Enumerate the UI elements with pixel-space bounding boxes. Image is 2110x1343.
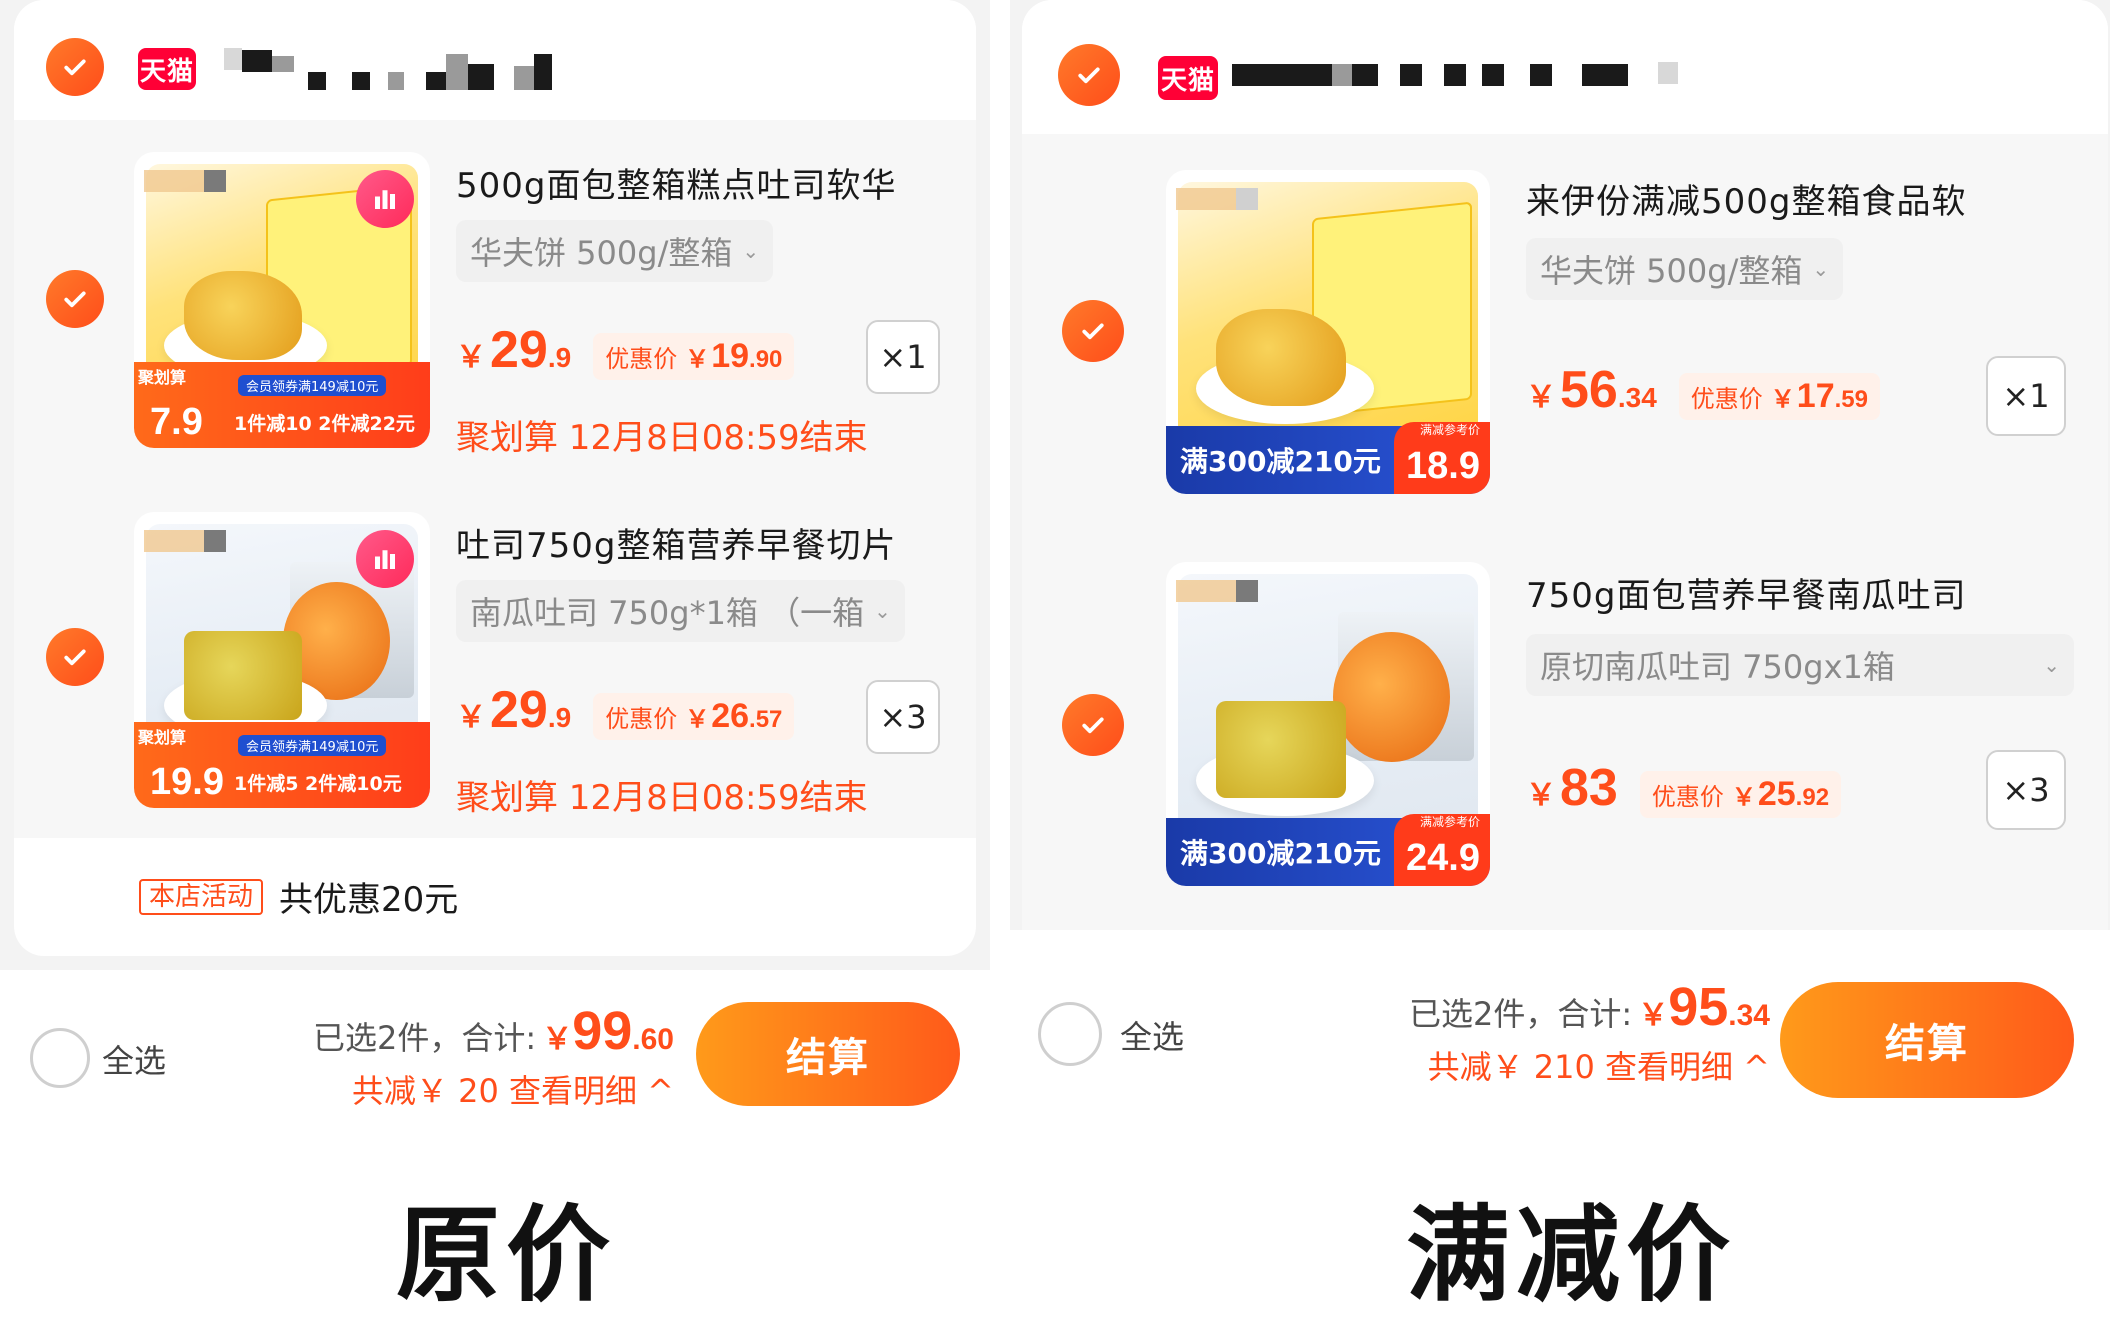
total-price: ￥95.34 xyxy=(1638,977,1770,1037)
sku-selector[interactable]: 华夫饼 500g/整箱 ⌄ xyxy=(1526,238,1844,300)
cart-panel-full-reduction-price: 天猫 满300减210元 满减参考价 18.9 来伊份满减500g整箱食品软 华… xyxy=(1010,0,2110,1343)
product-title[interactable]: 750g面包营养早餐南瓜吐司 xyxy=(1526,568,1966,617)
discount-price-badge: 优惠价 ￥ 25.92 xyxy=(1639,771,1842,818)
checkout-button[interactable]: 结算 xyxy=(1780,982,2074,1098)
caption-full-reduction-price: 满减价 xyxy=(1406,1193,1737,1316)
tmall-logo-icon: 天猫 xyxy=(138,48,196,90)
price-row: ￥56.34 优惠价 ￥ 17.59 xyxy=(1526,360,1880,420)
price: ￥29.9 xyxy=(456,681,572,739)
price: ￥56.34 xyxy=(1526,361,1657,419)
store-card: 天猫 xyxy=(14,0,976,956)
price: ￥29.9 xyxy=(456,321,572,379)
panel-divider xyxy=(990,0,1010,970)
store-header: 天猫 xyxy=(1022,0,2108,134)
thumbnail-price: 7.9 xyxy=(150,401,203,443)
checkout-button[interactable]: 结算 xyxy=(696,1002,960,1106)
comparison-stage: 天猫 聚划算 7.9 会员领券满149减10元 1件减10 2件减22元 500… xyxy=(0,0,2110,1343)
reference-price: 18.9 xyxy=(1406,445,1480,487)
view-details-link[interactable]: 共减￥ 20 查看明细 ^ xyxy=(313,1066,674,1112)
discount-price-badge: 优惠价 ￥ 19.90 xyxy=(593,333,795,380)
thumbnail-coupon-text: 会员领券满149减10元 xyxy=(238,735,387,756)
product-thumbnail-pumpkin-toast[interactable]: 聚划算 19.9 会员领券满149减10元 1件减5 2件减10元 xyxy=(134,512,430,808)
select-all-radio[interactable] xyxy=(1038,1002,1102,1066)
quantity-stepper[interactable]: ×1 xyxy=(1986,356,2066,436)
item-checkbox-checked[interactable] xyxy=(46,628,104,686)
checkout-bar: 全选 已选2件，合计: ￥99.60 共减￥ 20 查看明细 ^ 结算 xyxy=(0,970,1000,1110)
store-checkbox-checked[interactable] xyxy=(1058,44,1120,106)
sku-label: 华夫饼 500g/整箱 xyxy=(470,234,733,272)
full-reduction-text: 满300减210元 xyxy=(1180,837,1381,870)
store-promotion-line[interactable]: 本店活动 共优惠20元 xyxy=(139,872,458,921)
price-row: ￥83 优惠价 ￥ 25.92 xyxy=(1526,758,1842,818)
selected-count-label: 已选2件，合计: xyxy=(313,1019,537,1057)
product-title[interactable]: 来伊份满减500g整箱食品软 xyxy=(1526,174,1966,223)
price: ￥83 xyxy=(1526,759,1618,817)
select-all-radio[interactable] xyxy=(30,1028,90,1088)
select-all-label[interactable]: 全选 xyxy=(1120,1012,1184,1058)
select-all-label[interactable]: 全选 xyxy=(102,1036,166,1082)
product-thumbnail-waffle[interactable]: 聚划算 7.9 会员领券满149减10元 1件减10 2件减22元 xyxy=(134,152,430,448)
quantity-stepper[interactable]: ×1 xyxy=(866,320,940,394)
chevron-down-icon: ⌄ xyxy=(742,239,760,263)
chart-bars-icon xyxy=(356,530,414,588)
product-thumbnail-waffle[interactable]: 满300减210元 满减参考价 18.9 xyxy=(1166,170,1490,494)
chevron-down-icon: ⌄ xyxy=(1812,257,1830,281)
quantity-stepper[interactable]: ×3 xyxy=(866,680,940,754)
order-summary: 已选2件，合计: ￥99.60 共减￥ 20 查看明细 ^ xyxy=(313,1000,674,1112)
full-reduction-text: 满300减210元 xyxy=(1180,445,1381,478)
chart-bars-icon xyxy=(356,170,414,228)
caption-original-price: 原价 xyxy=(396,1193,617,1316)
sku-selector[interactable]: 华夫饼 500g/整箱 ⌄ xyxy=(456,220,774,282)
item-checkbox-checked[interactable] xyxy=(46,270,104,328)
cart-items-list: 满300减210元 满减参考价 18.9 来伊份满减500g整箱食品软 华夫饼 … xyxy=(1022,134,2108,930)
sku-label: 华夫饼 500g/整箱 xyxy=(1540,252,1803,290)
checkmark-icon xyxy=(64,59,86,76)
discount-price-badge: 优惠价 ￥ 26.57 xyxy=(593,693,795,740)
store-activity-tag: 本店活动 xyxy=(139,878,264,915)
sku-label: 南瓜吐司 750g*1箱 （一箱 xyxy=(470,594,865,632)
sku-selector[interactable]: 原切南瓜吐司 750gx1箱 ⌄ xyxy=(1526,634,2074,696)
tmall-logo-icon: 天猫 xyxy=(1158,56,1218,100)
reference-price-label: 满减参考价 xyxy=(1419,815,1480,829)
checkmark-icon xyxy=(64,291,86,308)
order-summary: 已选2件，合计: ￥95.34 共减￥ 210 查看明细 ^ xyxy=(1409,976,1770,1088)
checkmark-icon xyxy=(1078,67,1100,84)
reference-price: 24.9 xyxy=(1406,837,1480,879)
checkmark-icon xyxy=(64,649,86,666)
checkmark-icon xyxy=(1082,323,1104,340)
checkmark-icon xyxy=(1082,717,1104,734)
store-discount-total: 共优惠20元 xyxy=(279,880,459,920)
store-card: 天猫 xyxy=(1022,0,2108,930)
sku-selector[interactable]: 南瓜吐司 750g*1箱 （一箱 ⌄ xyxy=(456,580,905,642)
product-title[interactable]: 吐司750g整箱营养早餐切片 xyxy=(456,518,896,567)
price-row: ￥29.9 优惠价 ￥ 19.90 xyxy=(456,320,795,380)
chevron-down-icon: ⌄ xyxy=(874,599,891,623)
deal-end-time: 聚划算 12月8日08:59结束 xyxy=(456,418,868,458)
juhuasuan-tag: 聚划算 xyxy=(138,728,187,747)
sku-label: 原切南瓜吐司 750gx1箱 xyxy=(1540,648,1895,686)
product-title[interactable]: 500g面包整箱糕点吐司软华 xyxy=(456,158,896,207)
reference-price-label: 满减参考价 xyxy=(1419,423,1480,437)
price-row: ￥29.9 优惠价 ￥ 26.57 xyxy=(456,680,795,740)
total-price: ￥99.60 xyxy=(542,1001,674,1061)
view-details-link[interactable]: 共减￥ 210 查看明细 ^ xyxy=(1409,1042,1770,1088)
thumbnail-promo-text: 1件减10 2件减22元 xyxy=(234,413,415,435)
juhuasuan-tag: 聚划算 xyxy=(138,368,187,387)
discount-price-badge: 优惠价 ￥ 17.59 xyxy=(1678,373,1880,420)
store-checkbox-checked[interactable] xyxy=(46,38,104,96)
chevron-down-icon: ⌄ xyxy=(2043,653,2060,677)
checkout-bar: 全选 已选2件，合计: ￥95.34 共减￥ 210 查看明细 ^ 结算 xyxy=(1010,950,2110,1098)
product-thumbnail-pumpkin-toast[interactable]: 满300减210元 满减参考价 24.9 xyxy=(1166,562,1490,886)
cart-panel-original-price: 天猫 聚划算 7.9 会员领券满149减10元 1件减10 2件减22元 500… xyxy=(0,0,1000,1343)
deal-end-time: 聚划算 12月8日08:59结束 xyxy=(456,778,868,818)
store-header: 天猫 xyxy=(14,0,976,120)
item-checkbox-checked[interactable] xyxy=(1062,694,1124,756)
cart-items-list: 聚划算 7.9 会员领券满149减10元 1件减10 2件减22元 500g面包… xyxy=(14,120,976,838)
quantity-stepper[interactable]: ×3 xyxy=(1986,750,2066,830)
item-checkbox-checked[interactable] xyxy=(1062,300,1124,362)
thumbnail-promo-text: 1件减5 2件减10元 xyxy=(234,773,402,795)
thumbnail-price: 19.9 xyxy=(150,761,224,803)
selected-count-label: 已选2件，合计: xyxy=(1409,995,1633,1033)
thumbnail-coupon-text: 会员领券满149减10元 xyxy=(238,375,387,396)
